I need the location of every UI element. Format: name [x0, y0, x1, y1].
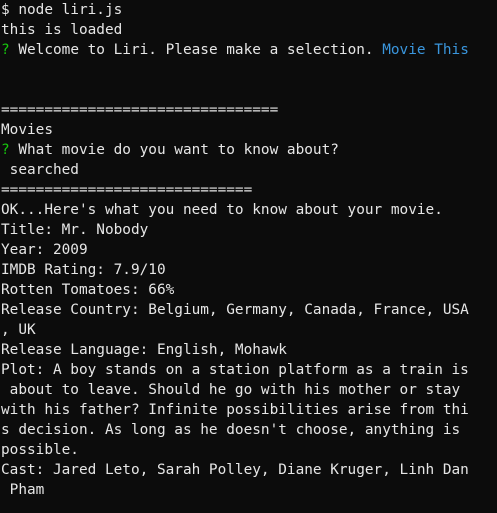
imdb-rating: IMDB Rating: 7.9/10 — [1, 262, 166, 278]
plot-line: about to leave. Should he go with his mo… — [1, 382, 461, 398]
movie-prompt: ? What movie do you want to know about? — [1, 140, 497, 160]
plot-line: Plot: A boy stands on a station platform… — [1, 362, 469, 378]
plot-line: s decision. As long as he doesn't choose… — [1, 422, 461, 438]
release-country: Release Country: Belgium, Germany, Canad… — [1, 302, 469, 318]
rotten-tomatoes: Rotten Tomatoes: 66% — [1, 282, 175, 298]
plot-line: with his father? Infinite possibilities … — [1, 402, 469, 418]
question-mark-icon: ? — [1, 42, 10, 58]
divider: ================================ — [1, 102, 279, 118]
cast-line: Cast: Jared Leto, Sarah Polley, Diane Kr… — [1, 462, 469, 478]
selection-answer: Movie This — [382, 42, 469, 58]
loaded-message: this is loaded — [1, 22, 123, 38]
selection-prompt: ? Welcome to Liri. Please make a selecti… — [1, 40, 497, 60]
selection-prompt-text: Welcome to Liri. Please make a selection… — [9, 42, 383, 58]
result-intro: OK...Here's what you need to know about … — [1, 202, 443, 218]
divider: ============================= — [1, 182, 253, 198]
release-language: Release Language: English, Mohawk — [1, 342, 287, 358]
question-mark-icon: ? — [1, 142, 10, 158]
release-country-cont: , UK — [1, 322, 36, 338]
movie-year: Year: 2009 — [1, 242, 88, 258]
movie-prompt-text: What movie do you want to know about? — [9, 142, 339, 158]
searched-answer: searched — [1, 162, 79, 178]
plot-line: possible. — [1, 442, 79, 458]
category-label: Movies — [1, 122, 53, 138]
cast-line: Pham — [1, 482, 45, 498]
terminal-window[interactable]: $ node liri.js this is loaded ? Welcome … — [0, 0, 497, 513]
movie-title: Title: Mr. Nobody — [1, 222, 149, 238]
command-line: $ node liri.js — [1, 2, 123, 18]
